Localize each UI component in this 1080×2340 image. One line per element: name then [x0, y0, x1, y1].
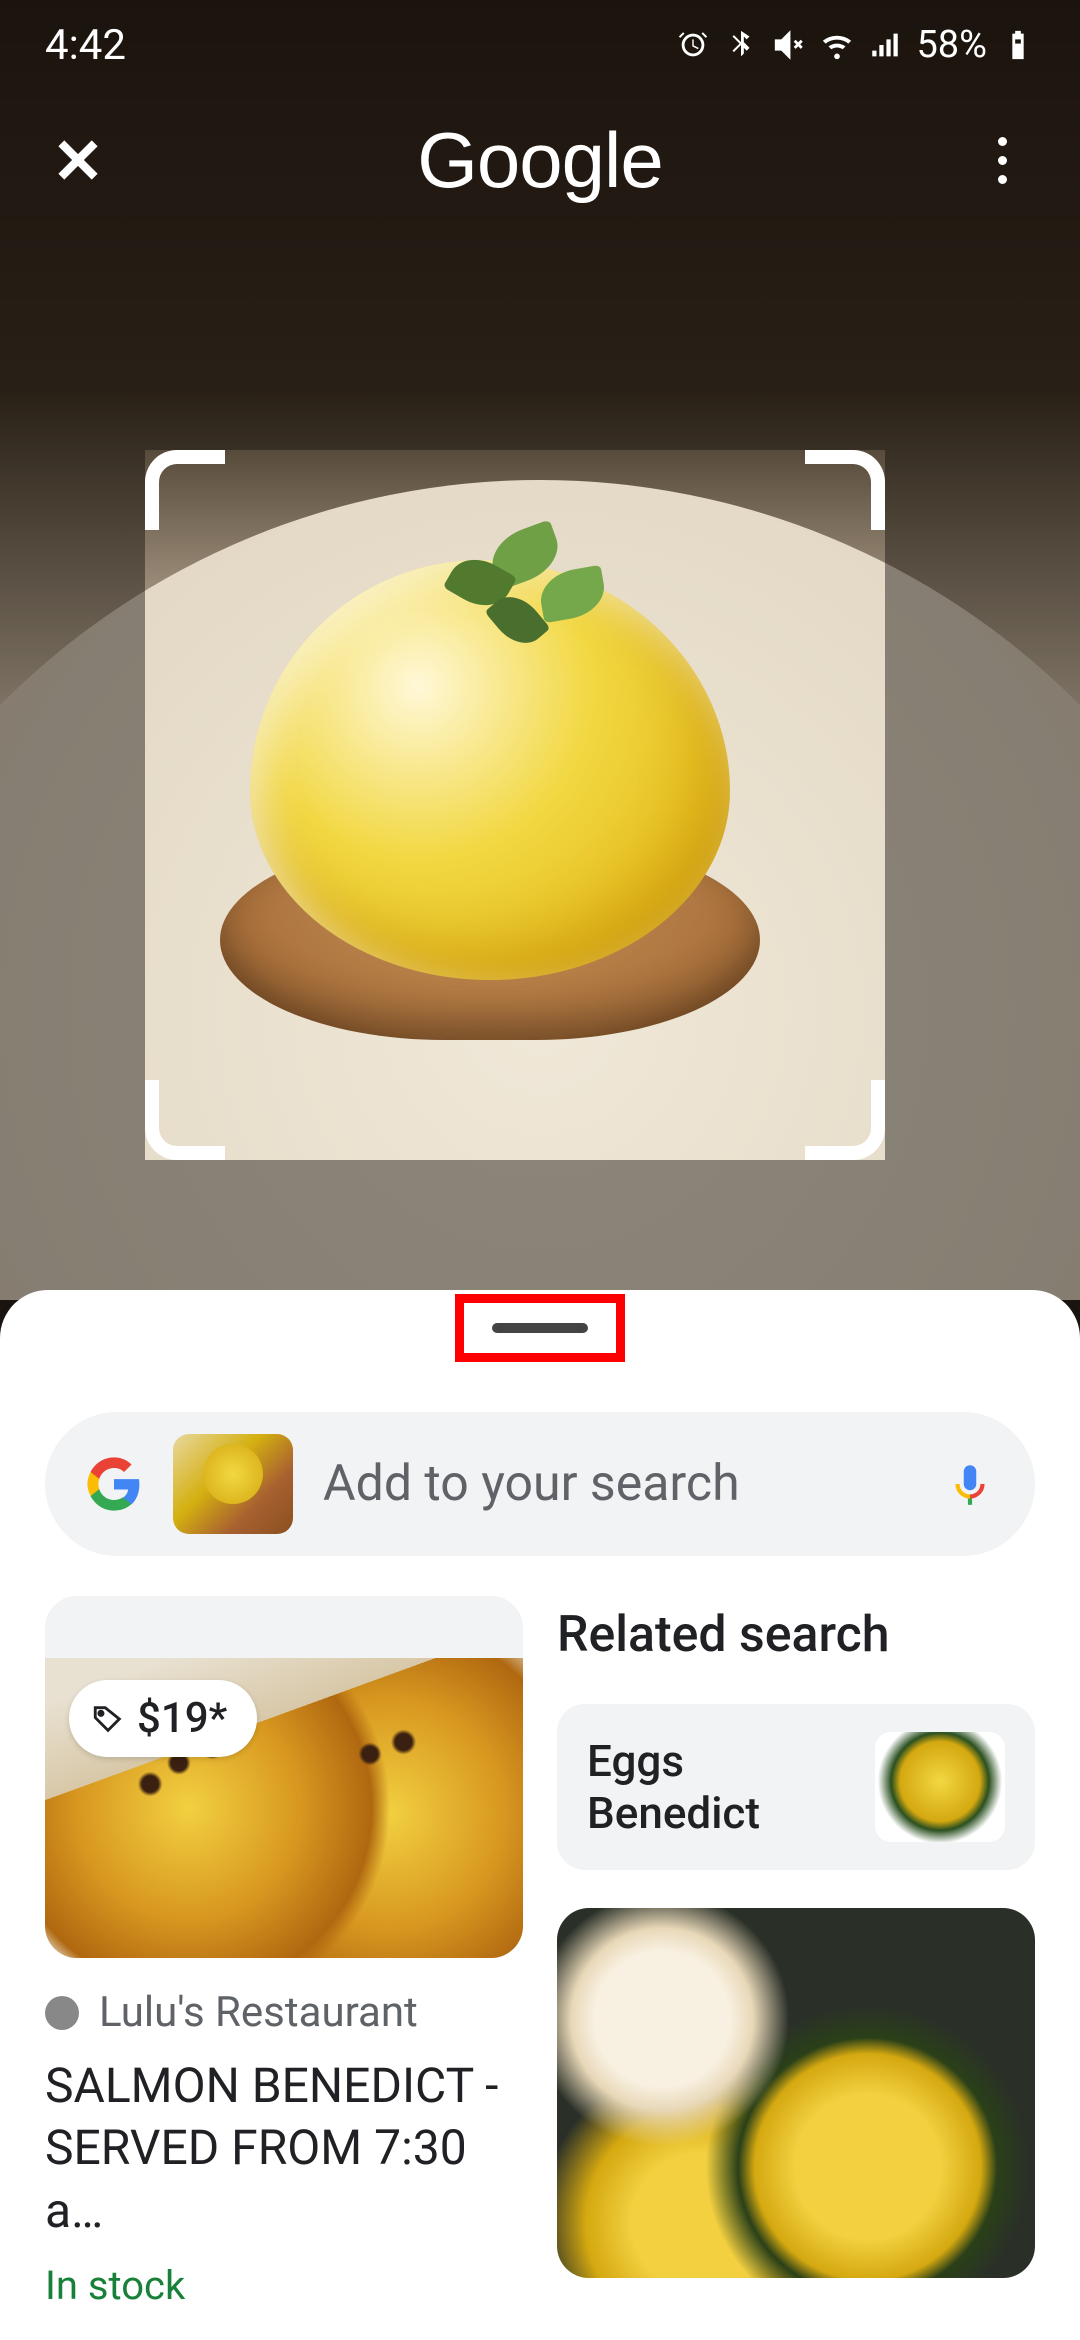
close-button[interactable] — [50, 132, 106, 188]
results-sheet: Add to your search $19* Lulu's Restauran… — [0, 1290, 1080, 2340]
dim-overlay — [0, 1160, 1080, 1300]
chip-thumbnail — [875, 1732, 1005, 1842]
stock-status: In stock — [45, 2262, 523, 2309]
source-favicon — [45, 1996, 79, 2030]
price-chip: $19* — [69, 1680, 257, 1757]
drag-handle-highlight — [455, 1294, 625, 1362]
related-heading: Related search — [557, 1606, 1035, 1664]
product-card[interactable]: $19* — [45, 1596, 523, 1958]
related-chip[interactable]: Eggs Benedict — [557, 1704, 1035, 1870]
chip-label: Eggs Benedict — [587, 1735, 855, 1839]
crop-handle-bl[interactable] — [145, 1080, 225, 1160]
results-col-left: $19* Lulu's Restaurant SALMON BENEDICT -… — [45, 1596, 523, 2309]
google-logo: Google — [417, 115, 663, 206]
bluetooth-icon — [724, 28, 758, 62]
search-placeholder: Add to your search — [323, 1455, 915, 1513]
visual-match-card[interactable] — [557, 1908, 1035, 2278]
dim-overlay — [0, 450, 145, 1160]
crop-frame[interactable] — [145, 450, 885, 1160]
status-bar: 4:42 58% — [0, 0, 1080, 90]
dim-overlay — [885, 450, 1080, 1160]
more-icon — [998, 137, 1007, 184]
tag-icon — [91, 1702, 125, 1736]
product-title[interactable]: SALMON BENEDICT - SERVED FROM 7:30 a… — [45, 2055, 523, 2242]
crop-handle-tr[interactable] — [805, 450, 885, 530]
close-icon — [53, 135, 103, 185]
product-source: Lulu's Restaurant — [45, 1988, 523, 2037]
google-g-icon — [85, 1455, 143, 1513]
header: Google — [0, 100, 1080, 220]
wifi-icon — [820, 28, 854, 62]
battery-icon — [1001, 28, 1035, 62]
price-text: $19* — [137, 1694, 227, 1743]
search-thumbnail — [173, 1434, 293, 1534]
results-grid: $19* Lulu's Restaurant SALMON BENEDICT -… — [0, 1596, 1080, 2309]
battery-text: 58% — [916, 23, 987, 67]
more-button[interactable] — [974, 132, 1030, 188]
status-time: 4:42 — [45, 21, 126, 70]
mute-icon — [772, 28, 806, 62]
search-bar[interactable]: Add to your search — [45, 1412, 1035, 1556]
source-name: Lulu's Restaurant — [99, 1988, 418, 2037]
mic-icon[interactable] — [945, 1459, 995, 1509]
alarm-icon — [676, 28, 710, 62]
results-col-right: Related search Eggs Benedict — [557, 1596, 1035, 2309]
crop-handle-tl[interactable] — [145, 450, 225, 530]
status-icons: 58% — [676, 23, 1035, 67]
signal-icon — [868, 28, 902, 62]
crop-handle-br[interactable] — [805, 1080, 885, 1160]
drag-handle[interactable] — [492, 1323, 588, 1333]
